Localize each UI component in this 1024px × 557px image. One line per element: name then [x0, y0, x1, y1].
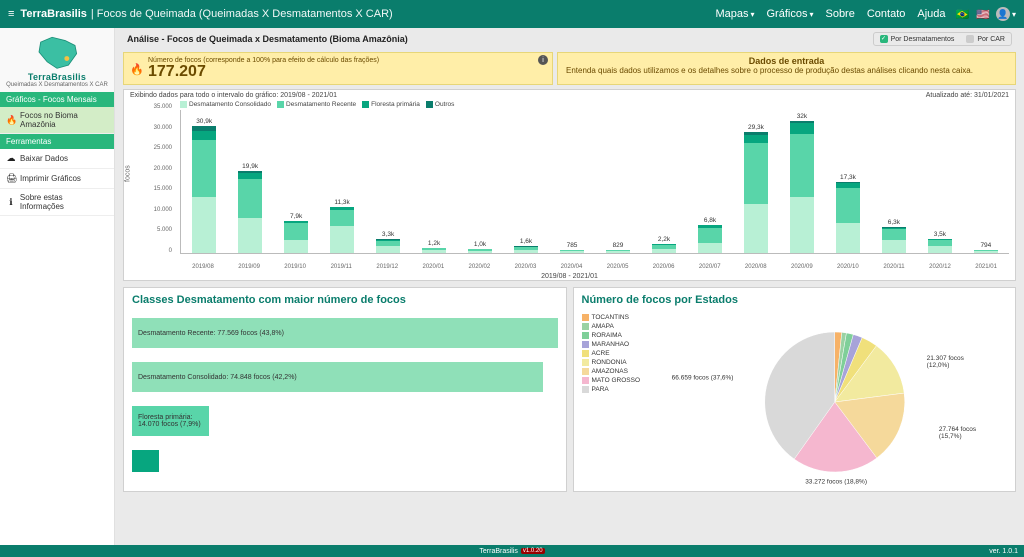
download-icon: ☁: [6, 153, 16, 164]
counter-label: Número de focos (corresponde a 100% para…: [148, 57, 544, 64]
view-toggle: ✓Por Desmatamentos Por CAR: [873, 32, 1012, 46]
stacked-bar-chart[interactable]: focos 05.00010.00015.00020.00025.00030.0…: [124, 110, 1015, 280]
sidebar-item-sobre[interactable]: ℹ Sobre estas Informações: [0, 189, 114, 216]
counter-value: 177.207: [148, 64, 544, 80]
top-nav: ≡ TerraBrasilis | Focos de Queimada (Que…: [0, 0, 1024, 28]
sidebar-brand: TerraBrasilis: [2, 72, 112, 82]
info-icon: ℹ: [6, 197, 16, 208]
data-box-title: Dados de entrada: [566, 56, 1007, 66]
brazil-map-icon: [32, 34, 82, 70]
classes-title: Classes Desmatamento com maior número de…: [132, 294, 558, 306]
nav-contato[interactable]: Contato: [867, 8, 906, 20]
print-icon: 🖨: [6, 173, 16, 184]
toggle-desmatamentos[interactable]: ✓Por Desmatamentos: [874, 33, 961, 45]
x-caption: 2019/08 - 2021/01: [124, 273, 1015, 280]
sidebar-group-ferramentas: Ferramentas: [0, 134, 114, 149]
classes-card: Classes Desmatamento com maior número de…: [123, 287, 567, 492]
brand-label: TerraBrasilis: [20, 8, 86, 20]
language-switch[interactable]: 🇧🇷 🇺🇸: [952, 8, 990, 21]
nav-ajuda[interactable]: Ajuda: [917, 8, 945, 20]
caret-down-icon: ▾: [750, 10, 754, 19]
states-title: Número de focos por Estados: [582, 294, 1008, 306]
chart-updated: Atualizado até: 31/01/2021: [926, 92, 1009, 99]
sidebar-item-label: Sobre estas Informações: [20, 193, 108, 211]
sub-header: Análise - Focos de Queimada x Desmatamen…: [121, 28, 1018, 50]
sidebar: TerraBrasilis Queimadas X Desmatamentos …: [0, 28, 115, 545]
main-chart-card: Exibindo dados para todo o intervalo do …: [123, 89, 1016, 281]
counter-box: 🔥 i Número de focos (corresponde a 100% …: [123, 52, 553, 85]
flag-br-icon[interactable]: 🇧🇷: [956, 9, 970, 21]
footer-brand: TerraBrasilis: [479, 548, 518, 555]
pie-legend: TOCANTINSAMAPARORAIMAMARANHAOACRERONDONI…: [582, 312, 662, 482]
sidebar-item-imprimir[interactable]: 🖨 Imprimir Gráficos: [0, 169, 114, 189]
sidebar-item-label: Baixar Dados: [20, 154, 68, 163]
y-axis-label: focos: [125, 165, 132, 182]
page-title: | Focos de Queimada (Queimadas X Desmata…: [91, 8, 393, 20]
toggle-car[interactable]: Por CAR: [960, 33, 1011, 45]
chart-legend: Desmatamento Consolidado Desmatamento Re…: [124, 101, 1015, 110]
caret-down-icon: ▾: [809, 10, 813, 19]
sidebar-group-graficos: Gráficos - Focos Mensais: [0, 92, 114, 107]
fire-icon: 🔥: [130, 63, 144, 76]
sidebar-item-bioma[interactable]: 🔥 Focos no Bioma Amazônia: [0, 107, 114, 134]
data-box-text: Entenda quais dados utilizamos e os deta…: [566, 66, 1007, 76]
info-icon[interactable]: i: [538, 55, 548, 65]
user-menu-icon[interactable]: 👤: [996, 7, 1010, 21]
sidebar-item-label: Imprimir Gráficos: [20, 174, 81, 183]
nav-graficos[interactable]: Gráficos▾: [767, 8, 814, 20]
menu-icon[interactable]: ≡: [8, 8, 14, 20]
flag-us-icon[interactable]: 🇺🇸: [976, 9, 990, 21]
fire-icon: 🔥: [6, 115, 16, 126]
chart-range: Exibindo dados para todo o intervalo do …: [130, 92, 337, 99]
data-input-box[interactable]: Dados de entrada Entenda quais dados uti…: [557, 52, 1016, 85]
states-card: Número de focos por Estados TOCANTINSAMA…: [573, 287, 1017, 492]
nav-mapas[interactable]: Mapas▾: [715, 8, 754, 20]
analysis-title: Análise - Focos de Queimada x Desmatamen…: [127, 34, 408, 44]
caret-down-icon[interactable]: ▾: [1012, 10, 1016, 19]
main-area: Análise - Focos de Queimada x Desmatamen…: [115, 28, 1024, 545]
sidebar-item-label: Focos no Bioma Amazônia: [20, 111, 108, 129]
footer-version: ver. 1.0.1: [989, 548, 1018, 555]
logo-box: TerraBrasilis Queimadas X Desmatamentos …: [0, 28, 114, 92]
nav-sobre[interactable]: Sobre: [825, 8, 854, 20]
pie-chart[interactable]: 21.307 focos (12,0%)27.764 focos (15,7%)…: [662, 312, 1008, 482]
version-badge: v1.0.20: [521, 548, 545, 554]
sidebar-subtitle: Queimadas X Desmatamentos X CAR: [2, 82, 112, 88]
footer: TerraBrasilis v1.0.20 ver. 1.0.1: [0, 545, 1024, 557]
sidebar-item-baixar[interactable]: ☁ Baixar Dados: [0, 149, 114, 169]
hbar-chart[interactable]: Desmatamento Recente: 77.569 focos (43,8…: [132, 312, 558, 472]
